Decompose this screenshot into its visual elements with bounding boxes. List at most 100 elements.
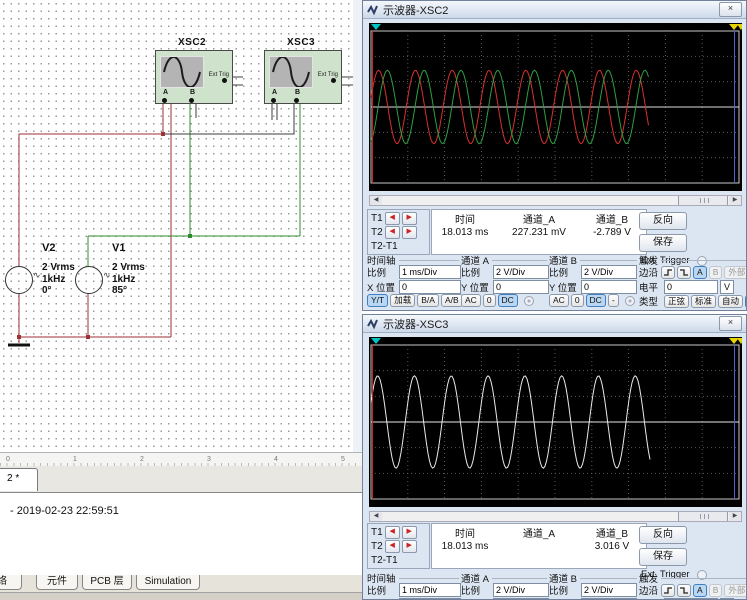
oscilloscope-window-xsc2[interactable]: 示波器-XSC2 × ◀ ▶ T1 ◀ ▶ T2 ◀ ▶ T2-T1 时间 通道… (362, 0, 747, 311)
falling-edge-icon[interactable] (677, 266, 691, 279)
scroll-right-arrow-icon[interactable]: ▶ (729, 196, 741, 205)
tab-components[interactable]: 元件 (36, 575, 78, 590)
timebase-xpos-input[interactable] (399, 280, 461, 294)
terminal-b[interactable] (189, 98, 194, 103)
t1-left-arrow-button[interactable]: ◀ (385, 526, 400, 539)
source-refdes: V2 (42, 242, 55, 254)
terminal-b[interactable] (294, 98, 299, 103)
channel-a-column-header: 通道_A (498, 210, 580, 226)
reverse-button[interactable]: 反向 (639, 526, 687, 544)
trigger-source-ext-button[interactable]: 外部 (724, 266, 747, 279)
ruler-number: 3 (207, 456, 211, 463)
timebase-scale-input[interactable] (399, 265, 461, 279)
ac-symbol: ∿ (103, 270, 111, 281)
scrollbar-thumb[interactable] (678, 196, 728, 205)
yt-mode-button[interactable]: Y/T (367, 294, 388, 307)
channel-a-value: 227.231 mV (498, 226, 580, 238)
ac-symbol: ∿ (33, 270, 41, 281)
ext-trig-terminal[interactable] (331, 78, 336, 83)
sheet-tab[interactable]: 2 * (0, 468, 38, 491)
oscilloscope-window-xsc3[interactable]: 示波器-XSC3 × ◀ ▶ T1 ◀ ▶ T2 ◀ ▶ T2-T1 时间 通道… (362, 314, 747, 600)
channel-a-scale-input[interactable] (493, 265, 549, 279)
tab-nets[interactable]: 网络 (0, 575, 22, 590)
spreadsheet-results-pane[interactable]: - 2019-02-23 22:59:51 (0, 492, 362, 577)
channel-b-scale-input[interactable] (581, 583, 637, 597)
sine-icon (270, 57, 312, 87)
voltage-source-v1[interactable]: ∿ V1 2 Vrms 1kHz 85° (70, 236, 230, 356)
scope-display[interactable] (369, 23, 742, 191)
ext-trig-terminal[interactable] (222, 78, 227, 83)
trigger-source-ext-button[interactable]: 外部 (724, 584, 747, 597)
channel-a-column-header: 通道_A (498, 524, 580, 540)
ab-mode-button[interactable]: A/B (441, 294, 463, 307)
save-button[interactable]: 保存 (639, 548, 687, 566)
scroll-left-arrow-icon[interactable]: ◀ (370, 196, 382, 205)
oscilloscope-instrument-xsc2[interactable]: XSC2 Ext Trig A B (155, 50, 233, 104)
trigger-source-a-button[interactable]: A (693, 266, 707, 279)
measurement-table: 时间 通道_A 通道_B 18.013 ms 3.016 V (431, 523, 647, 569)
channel-b-section: 通道 B 比例 Y 位置 AC 0 DC - (549, 571, 637, 585)
trigger-source-b-button[interactable]: B (709, 266, 723, 279)
channel-b-ac-button[interactable]: AC (549, 294, 569, 307)
ruler-number: 2 (140, 456, 144, 463)
falling-edge-icon[interactable] (677, 584, 691, 597)
channel-a-ypos-input[interactable] (493, 280, 549, 294)
trigger-source-a-button[interactable]: A (693, 584, 707, 597)
t2-left-arrow-button[interactable]: ◀ (385, 540, 400, 553)
rising-edge-icon[interactable] (661, 584, 675, 597)
tab-pcb-layers[interactable]: PCB 层 (82, 575, 132, 590)
rising-edge-icon[interactable] (661, 266, 675, 279)
channel-b-ypos-input[interactable] (581, 280, 637, 294)
t2-right-arrow-button[interactable]: ▶ (402, 540, 417, 553)
channel-a-connector-icon (524, 296, 534, 306)
scroll-right-arrow-icon[interactable]: ▶ (729, 512, 741, 521)
ba-mode-button[interactable]: B/A (417, 294, 439, 307)
terminal-a[interactable] (162, 98, 167, 103)
scrollbar-thumb[interactable] (678, 512, 728, 521)
scope-display[interactable] (369, 337, 742, 507)
channel-b-scale-input[interactable] (581, 265, 637, 279)
time-value: 18.013 ms (432, 226, 498, 238)
channel-b-dc-button[interactable]: DC (586, 294, 606, 307)
trigger-source-b-button[interactable]: B (709, 584, 723, 597)
trigger-type-normal-button[interactable]: 标准 (691, 295, 716, 308)
channel-a-dc-button[interactable]: DC (498, 294, 518, 307)
trigger-type-auto-button[interactable]: 自动 (718, 295, 743, 308)
t1-right-arrow-button[interactable]: ▶ (402, 212, 417, 225)
t1-label: T1 (371, 527, 383, 538)
t1-left-arrow-button[interactable]: ◀ (385, 212, 400, 225)
source-circle (5, 266, 33, 294)
trigger-type-label: 类型 (639, 294, 661, 308)
channel-a-zero-button[interactable]: 0 (483, 294, 496, 307)
t2-left-arrow-button[interactable]: ◀ (385, 226, 400, 239)
channel-a-section: 通道 A 比例 Y 位置 AC 0 DC (461, 571, 547, 585)
t1-right-arrow-button[interactable]: ▶ (402, 526, 417, 539)
oscilloscope-instrument-xsc3[interactable]: XSC3 Ext Trig A B (264, 50, 342, 104)
add-mode-button[interactable]: 加载 (390, 294, 415, 307)
time-column-header: 时间 (432, 210, 498, 226)
close-icon[interactable]: × (719, 316, 742, 331)
trigger-level-unit[interactable]: V (720, 280, 734, 294)
channel-b-value: -2.789 V (580, 226, 644, 238)
channel-a-ac-button[interactable]: AC (461, 294, 481, 307)
trigger-level-input[interactable] (664, 280, 718, 294)
channel-b-invert-button[interactable]: - (608, 294, 619, 307)
terminal-a[interactable] (271, 98, 276, 103)
channel-a-value (498, 540, 580, 552)
scroll-left-arrow-icon[interactable]: ◀ (370, 512, 382, 521)
timebase-scale-input[interactable] (399, 583, 461, 597)
horizontal-scrollbar[interactable]: ◀ ▶ (369, 195, 742, 206)
channel-b-zero-button[interactable]: 0 (571, 294, 584, 307)
channel-a-scale-input[interactable] (493, 583, 549, 597)
window-title-bar[interactable]: 示波器-XSC2 × (363, 1, 746, 19)
t2-right-arrow-button[interactable]: ▶ (402, 226, 417, 239)
tab-simulation[interactable]: Simulation (136, 575, 200, 590)
save-button[interactable]: 保存 (639, 234, 687, 252)
close-icon[interactable]: × (719, 2, 742, 17)
terminal-a-label: A (163, 89, 168, 96)
window-title-bar[interactable]: 示波器-XSC3 × (363, 315, 746, 333)
horizontal-scrollbar[interactable]: ◀ ▶ (369, 511, 742, 522)
measurement-table: 时间 通道_A 通道_B 18.013 ms 227.231 mV -2.789… (431, 209, 647, 255)
trigger-type-single-button[interactable]: 正弦 (664, 295, 689, 308)
reverse-button[interactable]: 反向 (639, 212, 687, 230)
